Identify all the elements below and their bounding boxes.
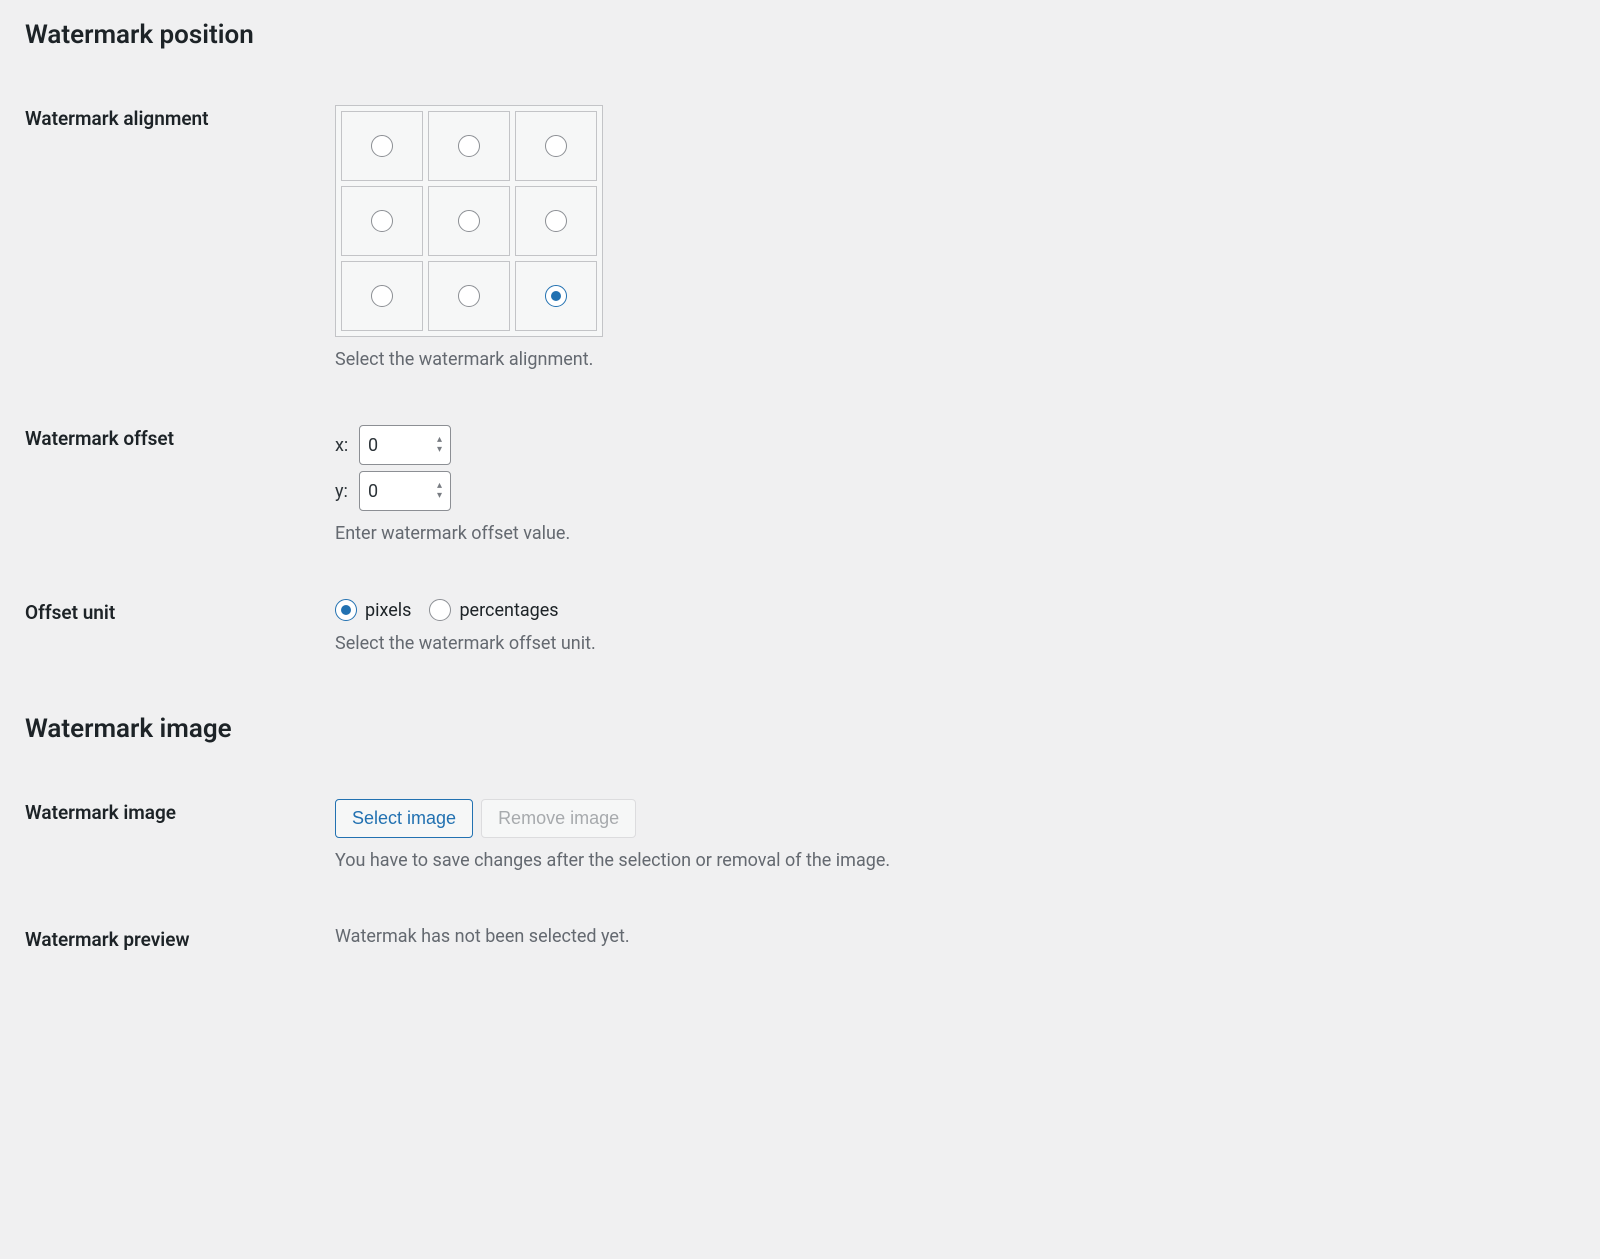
label-image: Watermark image (25, 799, 335, 824)
align-top-right-radio[interactable] (545, 135, 567, 157)
row-image: Watermark image Select image Remove imag… (25, 799, 1575, 871)
preview-text: Watermak has not been selected yet. (335, 926, 630, 947)
align-middle-left-radio[interactable] (371, 210, 393, 232)
label-unit: Offset unit (25, 599, 335, 624)
offset-y-spinners: ▴ ▾ (437, 482, 442, 500)
offset-y-input[interactable] (368, 481, 418, 502)
offset-y-input-wrap: ▴ ▾ (359, 471, 451, 511)
align-top-left-radio[interactable] (371, 135, 393, 157)
offset-x-line: x: ▴ ▾ (335, 425, 1575, 465)
unit-description: Select the watermark offset unit. (335, 633, 1575, 654)
row-alignment: Watermark alignment Select the watermark… (25, 105, 1575, 370)
row-preview: Watermark preview Watermak has not been … (25, 926, 1575, 951)
alignment-description: Select the watermark alignment. (335, 349, 1575, 370)
section-title-position: Watermark position (25, 20, 1575, 50)
label-offset: Watermark offset (25, 425, 335, 450)
offset-x-input-wrap: ▴ ▾ (359, 425, 451, 465)
content-unit: pixels percentages Select the watermark … (335, 599, 1575, 654)
align-bottom-center-radio[interactable] (458, 285, 480, 307)
offset-y-label: y: (335, 481, 359, 502)
content-image: Select image Remove image You have to sa… (335, 799, 1575, 871)
align-middle-center-radio[interactable] (458, 210, 480, 232)
offset-description: Enter watermark offset value. (335, 523, 1575, 544)
image-description: You have to save changes after the selec… (335, 850, 1575, 871)
row-offset: Watermark offset x: ▴ ▾ y: ▴ ▾ Enter wa (25, 425, 1575, 544)
content-preview: Watermak has not been selected yet. (335, 926, 1575, 947)
content-offset: x: ▴ ▾ y: ▴ ▾ Enter watermark offset val… (335, 425, 1575, 544)
offset-x-down-icon[interactable]: ▾ (437, 446, 442, 454)
label-alignment: Watermark alignment (25, 105, 335, 130)
row-unit: Offset unit pixels percentages Select th… (25, 599, 1575, 654)
align-top-center-radio[interactable] (458, 135, 480, 157)
unit-pixels-label: pixels (365, 600, 411, 621)
select-image-button[interactable]: Select image (335, 799, 473, 838)
section-title-image: Watermark image (25, 714, 1575, 744)
offset-x-input[interactable] (368, 435, 418, 456)
offset-x-spinners: ▴ ▾ (437, 436, 442, 454)
offset-x-label: x: (335, 435, 359, 456)
offset-y-line: y: ▴ ▾ (335, 471, 1575, 511)
offset-y-down-icon[interactable]: ▾ (437, 492, 442, 500)
content-alignment: Select the watermark alignment. (335, 105, 1575, 370)
align-middle-right-radio[interactable] (545, 210, 567, 232)
unit-percentages-radio[interactable] (429, 599, 451, 621)
alignment-grid (335, 105, 603, 337)
offset-x-up-icon[interactable]: ▴ (437, 436, 442, 444)
remove-image-button[interactable]: Remove image (481, 799, 636, 838)
offset-y-up-icon[interactable]: ▴ (437, 482, 442, 490)
align-bottom-left-radio[interactable] (371, 285, 393, 307)
unit-pixels-radio[interactable] (335, 599, 357, 621)
label-preview: Watermark preview (25, 926, 335, 951)
unit-percentages-label: percentages (459, 600, 558, 621)
align-bottom-right-radio[interactable] (545, 285, 567, 307)
